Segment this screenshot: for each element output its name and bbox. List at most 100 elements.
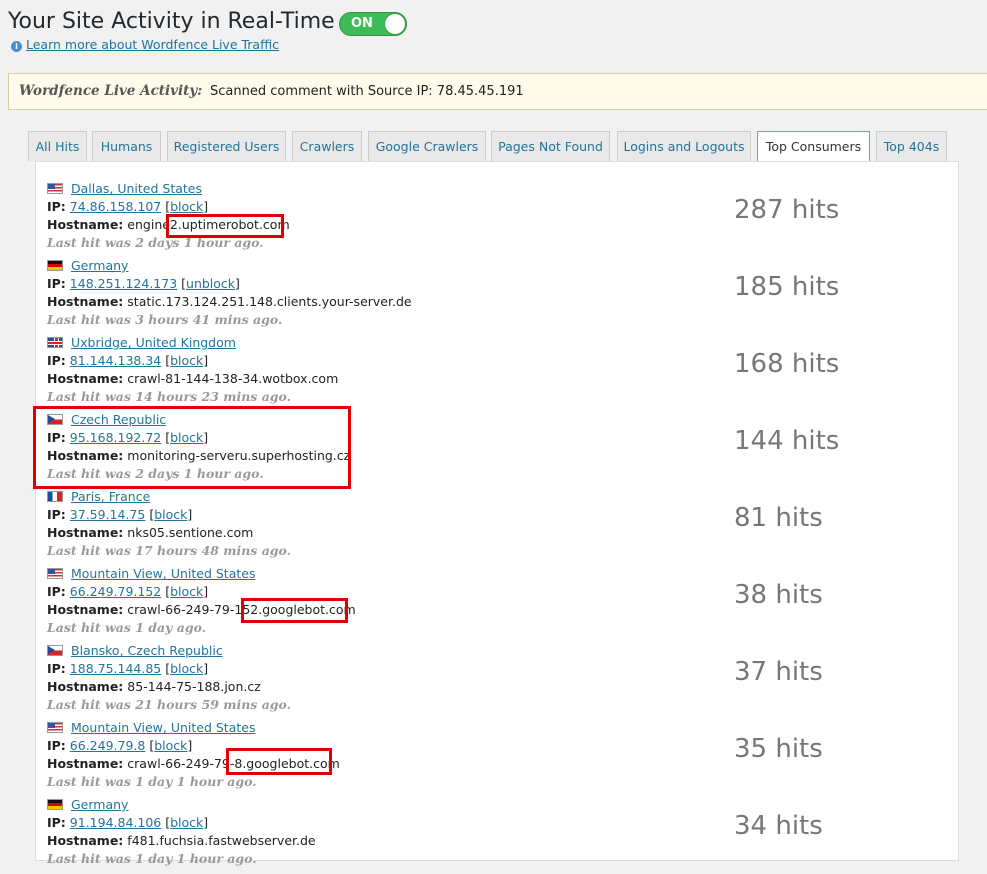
- hostname-label: Hostname:: [47, 679, 124, 694]
- ip-link[interactable]: 81.144.138.34: [70, 353, 161, 368]
- tab-top-consumers[interactable]: Top Consumers: [757, 131, 870, 162]
- consumer-entry: Germany IP: 148.251.124.173 [unblock] Host…: [47, 258, 947, 335]
- last-hit: Last hit was 2 days 1 hour ago.: [47, 466, 264, 481]
- hostname-line: Hostname: 85-144-75-188.jon.cz: [47, 679, 261, 694]
- live-activity-label: Wordfence Live Activity:: [19, 83, 203, 99]
- ip-line: IP: 148.251.124.173 [unblock]: [47, 276, 240, 291]
- flag-icon: [47, 645, 63, 656]
- flag-icon: [47, 337, 63, 348]
- flag-icon: [47, 183, 63, 194]
- tab-logins-and-logouts[interactable]: Logins and Logouts: [617, 131, 751, 161]
- unblock-link[interactable]: unblock: [186, 276, 235, 291]
- ip-link[interactable]: 91.194.84.106: [70, 815, 161, 830]
- ip-label: IP:: [47, 507, 66, 522]
- location-link[interactable]: Germany: [71, 797, 128, 812]
- hostname-label: Hostname:: [47, 525, 124, 540]
- consumer-entry: Blansko, Czech Republic IP: 188.75.144.85…: [47, 643, 947, 720]
- tab-humans[interactable]: Humans: [92, 131, 161, 161]
- block-link[interactable]: block: [170, 353, 203, 368]
- block-link[interactable]: block: [170, 199, 203, 214]
- ip-link[interactable]: 66.249.79.8: [70, 738, 146, 753]
- hostname-line: Hostname: f481.fuchsia.fastwebserver.de: [47, 833, 316, 848]
- last-hit: Last hit was 1 day 1 hour ago.: [47, 851, 257, 866]
- ip-label: IP:: [47, 430, 66, 445]
- hit-count: 185 hits: [734, 272, 840, 302]
- ip-link[interactable]: 148.251.124.173: [70, 276, 177, 291]
- tab-crawlers[interactable]: Crawlers: [292, 131, 362, 161]
- tab-registered-users[interactable]: Registered Users: [167, 131, 286, 161]
- ip-line: IP: 91.194.84.106 [block]: [47, 815, 209, 830]
- flag-icon: [47, 414, 63, 425]
- location-link[interactable]: Mountain View, United States: [71, 566, 255, 581]
- tab-pages-not-found[interactable]: Pages Not Found: [491, 131, 610, 161]
- ip-line: IP: 74.86.158.107 [block]: [47, 199, 209, 214]
- consumer-entry: Mountain View, United States IP: 66.249.7…: [47, 566, 947, 643]
- location-link[interactable]: Czech Republic: [71, 412, 166, 427]
- ip-line: IP: 66.249.79.152 [block]: [47, 584, 209, 599]
- hit-count: 37 hits: [734, 657, 823, 687]
- hostname-label: Hostname:: [47, 371, 124, 386]
- ip-label: IP:: [47, 199, 66, 214]
- block-link[interactable]: block: [170, 661, 203, 676]
- hostname-value: crawl-66-249-79-8.googlebot.com: [127, 756, 340, 771]
- header: Your Site Activity in Real-Time ON i Lear…: [8, 6, 978, 56]
- last-hit: Last hit was 1 day ago.: [47, 620, 207, 635]
- ip-line: IP: 81.144.138.34 [block]: [47, 353, 209, 368]
- toggle-knob: [385, 14, 405, 34]
- ip-link[interactable]: 66.249.79.152: [70, 584, 161, 599]
- ip-link[interactable]: 37.59.14.75: [70, 507, 146, 522]
- block-link[interactable]: block: [154, 738, 187, 753]
- tab-all-hits[interactable]: All Hits: [28, 131, 87, 161]
- hostname-line: Hostname: monitoring-serveru.superhostin…: [47, 448, 350, 463]
- location: Mountain View, United States: [47, 720, 255, 735]
- location: Germany: [47, 797, 128, 812]
- consumer-entry: Germany IP: 91.194.84.106 [block] Hostname…: [47, 797, 947, 874]
- ip-link[interactable]: 74.86.158.107: [70, 199, 161, 214]
- live-activity-bar: Wordfence Live Activity: Scanned comment…: [8, 73, 987, 110]
- consumer-entry: Czech Republic IP: 95.168.192.72 [block] H…: [47, 412, 947, 489]
- ip-label: IP:: [47, 584, 66, 599]
- toggle-label: ON: [351, 16, 373, 31]
- location: Dallas, United States: [47, 181, 202, 196]
- learn-more: i Learn more about Wordfence Live Traffic: [11, 37, 279, 52]
- hostname-value: monitoring-serveru.superhosting.cz: [127, 448, 351, 463]
- ip-label: IP:: [47, 276, 66, 291]
- ip-line: IP: 37.59.14.75 [block]: [47, 507, 193, 522]
- ip-link[interactable]: 188.75.144.85: [70, 661, 161, 676]
- block-link[interactable]: block: [154, 507, 187, 522]
- location-link[interactable]: Paris, France: [71, 489, 150, 504]
- hostname-line: Hostname: static.173.124.251.148.clients…: [47, 294, 412, 309]
- location-link[interactable]: Dallas, United States: [71, 181, 202, 196]
- hit-count: 81 hits: [734, 503, 823, 533]
- ip-label: IP:: [47, 353, 66, 368]
- learn-more-link[interactable]: Learn more about Wordfence Live Traffic: [26, 37, 279, 52]
- block-link[interactable]: block: [170, 430, 203, 445]
- hostname-label: Hostname:: [47, 602, 124, 617]
- location-link[interactable]: Blansko, Czech Republic: [71, 643, 223, 658]
- ip-label: IP:: [47, 738, 66, 753]
- live-traffic-toggle[interactable]: ON: [339, 12, 407, 36]
- hostname-value: nks05.sentione.com: [127, 525, 254, 540]
- consumer-entry: Uxbridge, United Kingdom IP: 81.144.138.3…: [47, 335, 947, 412]
- flag-icon: [47, 722, 63, 733]
- location-link[interactable]: Uxbridge, United Kingdom: [71, 335, 236, 350]
- last-hit: Last hit was 17 hours 48 mins ago.: [47, 543, 292, 558]
- hit-count: 168 hits: [734, 349, 840, 379]
- tab-top-404s[interactable]: Top 404s: [876, 131, 947, 161]
- location-link[interactable]: Mountain View, United States: [71, 720, 255, 735]
- hit-count: 144 hits: [734, 426, 840, 456]
- hostname-line: Hostname: crawl-81-144-138-34.wotbox.com: [47, 371, 338, 386]
- location: Germany: [47, 258, 128, 273]
- flag-icon: [47, 260, 63, 271]
- hit-count: 287 hits: [734, 195, 840, 225]
- tab-google-crawlers[interactable]: Google Crawlers: [368, 131, 486, 161]
- ip-link[interactable]: 95.168.192.72: [70, 430, 161, 445]
- last-hit: Last hit was 1 day 1 hour ago.: [47, 774, 257, 789]
- block-link[interactable]: block: [170, 815, 203, 830]
- location-link[interactable]: Germany: [71, 258, 128, 273]
- location: Czech Republic: [47, 412, 166, 427]
- location: Mountain View, United States: [47, 566, 255, 581]
- hostname-value: crawl-66-249-79-152.googlebot.com: [127, 602, 356, 617]
- ip-label: IP:: [47, 815, 66, 830]
- block-link[interactable]: block: [170, 584, 203, 599]
